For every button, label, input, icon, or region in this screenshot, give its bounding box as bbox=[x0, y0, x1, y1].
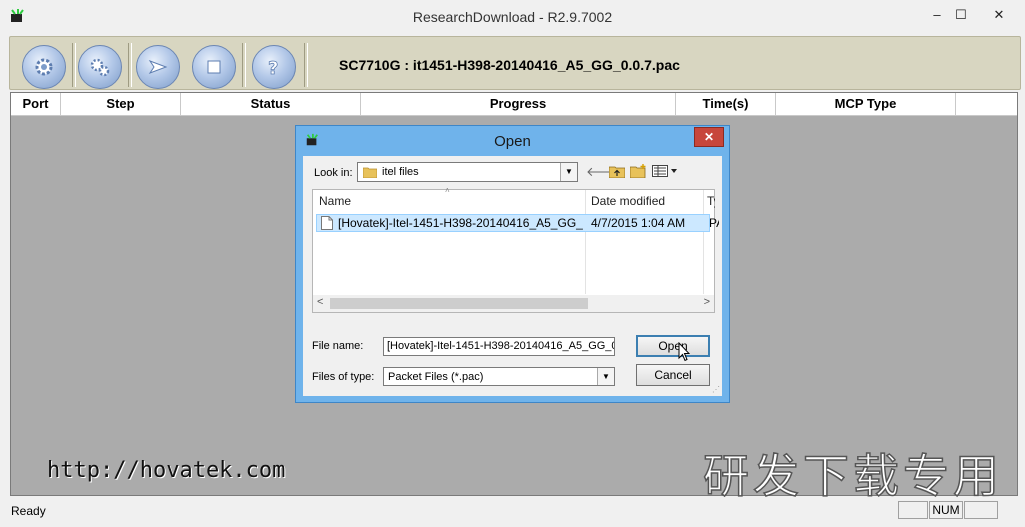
watermark-text: 研发下载专用 bbox=[702, 448, 1003, 504]
svg-text:?: ? bbox=[268, 58, 278, 78]
status-panel bbox=[964, 501, 998, 519]
file-row-selected[interactable]: [Hovatek]-Itel-1451-H398-20140416_A5_GG_… bbox=[316, 214, 719, 232]
column-step[interactable]: Step bbox=[61, 93, 181, 115]
dialog-body: Look in: itel files ▼ 🡐 Name ˄ Date modi… bbox=[303, 156, 722, 396]
column-divider bbox=[585, 190, 586, 294]
file-date-cell: 4/7/2015 1:04 AM bbox=[591, 216, 686, 230]
status-bar: Ready NUM bbox=[0, 498, 1025, 527]
file-name-cell: [Hovatek]-Itel-1451-H398-20140416_A5_GG_… bbox=[338, 216, 583, 230]
window-title: ResearchDownload - R2.9.7002 bbox=[412, 9, 613, 25]
load-packet-button[interactable] bbox=[22, 45, 66, 89]
help-button[interactable]: ? bbox=[252, 45, 296, 89]
toolbar-panel: ? SC7710G : it1451-H398-20140416_A5_GG_0… bbox=[9, 36, 1021, 90]
files-of-type-combo[interactable]: Packet Files (*.pac) ▼ bbox=[383, 367, 615, 386]
horizontal-scrollbar[interactable]: < > bbox=[313, 295, 714, 312]
toolbar-separator bbox=[242, 43, 246, 87]
grid-header: Port Step Status Progress Time(s) MCP Ty… bbox=[11, 93, 1017, 116]
dialog-title: Open bbox=[494, 133, 531, 150]
status-panel bbox=[898, 501, 928, 519]
play-icon bbox=[148, 59, 168, 75]
stop-button[interactable] bbox=[192, 45, 236, 89]
look-in-combo[interactable]: itel files ▼ bbox=[357, 162, 578, 182]
new-folder-icon[interactable] bbox=[630, 164, 647, 178]
num-lock-indicator: NUM bbox=[929, 501, 963, 519]
column-mcp-type[interactable]: MCP Type bbox=[776, 93, 956, 115]
file-name-label: File name: bbox=[312, 340, 364, 352]
dialog-title-bar: Open ✕ bbox=[296, 126, 729, 156]
close-button[interactable]: ✕ bbox=[986, 5, 1012, 25]
column-status[interactable]: Status bbox=[181, 93, 361, 115]
up-folder-icon[interactable] bbox=[609, 165, 625, 178]
files-of-type-label: Files of type: bbox=[312, 371, 375, 383]
settings-button[interactable] bbox=[78, 45, 122, 89]
watermark-url: http://hovatek.com bbox=[47, 458, 286, 483]
chevron-down-icon[interactable]: ▼ bbox=[597, 368, 614, 385]
packet-file-label: SC7710G : it1451-H398-20140416_A5_GG_0.0… bbox=[339, 57, 680, 73]
sort-up-icon: ˄ bbox=[445, 186, 450, 195]
chevron-down-icon[interactable]: ▼ bbox=[560, 163, 577, 181]
help-icon: ? bbox=[268, 58, 279, 78]
column-date-modified[interactable]: Date modified bbox=[585, 190, 703, 212]
file-name-input[interactable]: [Hovatek]-Itel-1451-H398-20140416_A5_GG_… bbox=[383, 337, 615, 356]
toolbar: ? SC7710G : it1451-H398-20140416_A5_GG_0… bbox=[0, 34, 1025, 90]
gear-icon bbox=[35, 58, 53, 76]
scroll-thumb[interactable] bbox=[330, 298, 588, 309]
folder-icon bbox=[363, 167, 377, 178]
gears-icon bbox=[90, 58, 110, 77]
cancel-button[interactable]: Cancel bbox=[636, 364, 710, 386]
file-list[interactable]: Name ˄ Date modified Ty [Hovatek]-Itel-1… bbox=[312, 186, 719, 313]
maximize-button[interactable]: ☐ bbox=[948, 5, 974, 25]
look-in-value: itel files bbox=[382, 166, 419, 178]
column-progress[interactable]: Progress bbox=[361, 93, 676, 115]
toolbar-separator bbox=[128, 43, 132, 87]
stop-icon bbox=[207, 60, 221, 74]
toolbar-separator bbox=[304, 43, 308, 87]
resize-grip-icon[interactable]: ⋰ bbox=[712, 385, 720, 394]
status-text: Ready bbox=[11, 504, 46, 518]
file-type-cell: PA bbox=[709, 216, 719, 230]
files-of-type-value: Packet Files (*.pac) bbox=[388, 371, 484, 383]
start-button[interactable] bbox=[136, 45, 180, 89]
scroll-left-icon[interactable]: < bbox=[317, 296, 323, 308]
open-dialog: Open ✕ Look in: itel files ▼ 🡐 Name ˄ Da… bbox=[295, 125, 730, 403]
dialog-close-button[interactable]: ✕ bbox=[694, 127, 724, 147]
column-port[interactable]: Port bbox=[11, 93, 61, 115]
column-divider bbox=[703, 190, 704, 294]
minimize-button[interactable]: – bbox=[924, 5, 950, 25]
column-type[interactable]: Ty bbox=[703, 190, 715, 212]
open-button[interactable]: Open bbox=[636, 335, 710, 357]
title-bar: ResearchDownload - R2.9.7002 – ☐ ✕ bbox=[0, 0, 1025, 35]
scroll-right-icon[interactable]: > bbox=[704, 296, 710, 308]
column-time[interactable]: Time(s) bbox=[676, 93, 776, 115]
mouse-cursor-icon bbox=[678, 342, 690, 362]
look-in-label: Look in: bbox=[314, 167, 353, 179]
view-menu-icon[interactable] bbox=[652, 165, 678, 177]
toolbar-separator bbox=[72, 43, 76, 87]
file-icon bbox=[321, 216, 333, 230]
